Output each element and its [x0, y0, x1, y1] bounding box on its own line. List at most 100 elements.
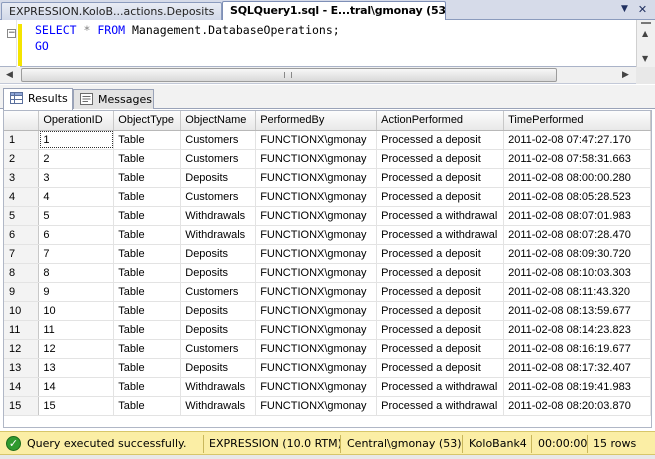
- cell-timeperformed[interactable]: 2011-02-08 08:05:28.523: [503, 187, 651, 207]
- cell-performedby[interactable]: FUNCTIONX\gmonay: [255, 377, 378, 397]
- cell-actionperformed[interactable]: Processed a deposit: [376, 301, 505, 321]
- cell-operationid[interactable]: 4: [38, 187, 115, 207]
- cell-actionperformed[interactable]: Processed a deposit: [376, 149, 505, 169]
- scroll-down-arrow-icon[interactable]: ▼: [642, 54, 648, 63]
- cell-timeperformed[interactable]: 2011-02-08 08:07:28.470: [503, 225, 651, 245]
- cell-objectname[interactable]: Customers: [180, 339, 257, 359]
- table-row[interactable]: 11 11 Table Deposits FUNCTIONX\gmonay Process…: [4, 320, 651, 340]
- cell-rownum[interactable]: 7: [4, 244, 40, 264]
- cell-objecttype[interactable]: Table: [113, 339, 182, 359]
- cell-timeperformed[interactable]: 2011-02-08 08:19:41.983: [503, 377, 651, 397]
- cell-rownum[interactable]: 10: [4, 301, 40, 321]
- cell-actionperformed[interactable]: Processed a withdrawal: [376, 377, 505, 397]
- tab-deposits-table[interactable]: EXPRESSION.KoloB...actions.Deposits: [1, 2, 222, 20]
- cell-actionperformed[interactable]: Processed a deposit: [376, 263, 505, 283]
- table-row[interactable]: 15 15 Table Withdrawals FUNCTIONX\gmonay Proc…: [4, 396, 651, 416]
- cell-performedby[interactable]: FUNCTIONX\gmonay: [255, 187, 378, 207]
- cell-timeperformed[interactable]: 2011-02-08 08:11:43.320: [503, 282, 651, 302]
- cell-objecttype[interactable]: Table: [113, 168, 182, 188]
- cell-objecttype[interactable]: Table: [113, 206, 182, 226]
- table-row[interactable]: 13 13 Table Deposits FUNCTIONX\gmonay Process…: [4, 358, 651, 378]
- scroll-left-arrow-icon[interactable]: ◀: [6, 70, 13, 80]
- cell-objectname[interactable]: Customers: [180, 282, 257, 302]
- cell-rownum[interactable]: 8: [4, 263, 40, 283]
- cell-objecttype[interactable]: Table: [113, 282, 182, 302]
- cell-rownum[interactable]: 5: [4, 206, 40, 226]
- cell-performedby[interactable]: FUNCTIONX\gmonay: [255, 263, 378, 283]
- column-header-timeperformed[interactable]: TimePerformed: [503, 111, 651, 131]
- cell-rownum[interactable]: 13: [4, 358, 40, 378]
- cell-timeperformed[interactable]: 2011-02-08 08:16:19.677: [503, 339, 651, 359]
- cell-operationid[interactable]: 15: [38, 396, 115, 416]
- cell-operationid[interactable]: 2: [38, 149, 115, 169]
- cell-objectname[interactable]: Deposits: [180, 263, 257, 283]
- cell-operationid[interactable]: 8: [38, 263, 115, 283]
- cell-objectname[interactable]: Customers: [180, 130, 257, 150]
- column-header-performedby[interactable]: PerformedBy: [255, 111, 378, 131]
- cell-objectname[interactable]: Customers: [180, 149, 257, 169]
- cell-timeperformed[interactable]: 2011-02-08 07:58:31.663: [503, 149, 651, 169]
- cell-performedby[interactable]: FUNCTIONX\gmonay: [255, 206, 378, 226]
- cell-operationid[interactable]: 13: [38, 358, 115, 378]
- cell-operationid[interactable]: 5: [38, 206, 115, 226]
- cell-objectname[interactable]: Withdrawals: [180, 396, 257, 416]
- table-row[interactable]: 4 4 Table Customers FUNCTIONX\gmonay Processe…: [4, 187, 651, 207]
- cell-timeperformed[interactable]: 2011-02-08 08:07:01.983: [503, 206, 651, 226]
- cell-operationid[interactable]: 14: [38, 377, 115, 397]
- table-row[interactable]: 10 10 Table Deposits FUNCTIONX\gmonay Process…: [4, 301, 651, 321]
- editor-horizontal-scrollbar[interactable]: ◀ ▶: [0, 67, 655, 84]
- column-header-rownum[interactable]: [4, 111, 40, 131]
- cell-actionperformed[interactable]: Processed a deposit: [376, 168, 505, 188]
- cell-objecttype[interactable]: Table: [113, 263, 182, 283]
- cell-operationid[interactable]: 1: [38, 130, 115, 150]
- cell-timeperformed[interactable]: 2011-02-08 07:47:27.170: [503, 130, 651, 150]
- cell-operationid[interactable]: 12: [38, 339, 115, 359]
- table-row[interactable]: 8 8 Table Deposits FUNCTIONX\gmonay Processed…: [4, 263, 651, 283]
- cell-actionperformed[interactable]: Processed a deposit: [376, 244, 505, 264]
- cell-timeperformed[interactable]: 2011-02-08 08:09:30.720: [503, 244, 651, 264]
- cell-operationid[interactable]: 7: [38, 244, 115, 264]
- cell-rownum[interactable]: 4: [4, 187, 40, 207]
- cell-objecttype[interactable]: Table: [113, 396, 182, 416]
- cell-performedby[interactable]: FUNCTIONX\gmonay: [255, 320, 378, 340]
- cell-actionperformed[interactable]: Processed a deposit: [376, 282, 505, 302]
- column-header-objecttype[interactable]: ObjectType: [113, 111, 182, 131]
- cell-performedby[interactable]: FUNCTIONX\gmonay: [255, 244, 378, 264]
- cell-objectname[interactable]: Deposits: [180, 301, 257, 321]
- scroll-right-arrow-icon[interactable]: ▶: [622, 70, 629, 80]
- cell-objectname[interactable]: Withdrawals: [180, 206, 257, 226]
- cell-actionperformed[interactable]: Processed a deposit: [376, 339, 505, 359]
- table-row[interactable]: 3 3 Table Deposits FUNCTIONX\gmonay Processed…: [4, 168, 651, 188]
- cell-operationid[interactable]: 6: [38, 225, 115, 245]
- tab-messages[interactable]: Messages: [73, 89, 154, 109]
- cell-operationid[interactable]: 3: [38, 168, 115, 188]
- cell-actionperformed[interactable]: Processed a deposit: [376, 358, 505, 378]
- cell-objecttype[interactable]: Table: [113, 244, 182, 264]
- cell-actionperformed[interactable]: Processed a deposit: [376, 187, 505, 207]
- table-row[interactable]: 14 14 Table Withdrawals FUNCTIONX\gmonay Proc…: [4, 377, 651, 397]
- cell-rownum[interactable]: 6: [4, 225, 40, 245]
- cell-rownum[interactable]: 9: [4, 282, 40, 302]
- sql-editor[interactable]: − SELECT * FROM Management.DatabaseOpera…: [0, 20, 655, 67]
- cell-objecttype[interactable]: Table: [113, 187, 182, 207]
- cell-objecttype[interactable]: Table: [113, 320, 182, 340]
- cell-objectname[interactable]: Deposits: [180, 320, 257, 340]
- column-header-operationid[interactable]: OperationID: [38, 111, 115, 131]
- cell-actionperformed[interactable]: Processed a withdrawal: [376, 225, 505, 245]
- cell-rownum[interactable]: 1: [4, 130, 40, 150]
- cell-performedby[interactable]: FUNCTIONX\gmonay: [255, 149, 378, 169]
- horizontal-scroll-thumb[interactable]: [21, 68, 557, 82]
- cell-actionperformed[interactable]: Processed a withdrawal: [376, 206, 505, 226]
- table-row[interactable]: 9 9 Table Customers FUNCTIONX\gmonay Processe…: [4, 282, 651, 302]
- cell-rownum[interactable]: 12: [4, 339, 40, 359]
- table-row[interactable]: 1 1 Table Customers FUNCTIONX\gmonay Processe…: [4, 130, 651, 150]
- cell-performedby[interactable]: FUNCTIONX\gmonay: [255, 339, 378, 359]
- cell-performedby[interactable]: FUNCTIONX\gmonay: [255, 282, 378, 302]
- cell-operationid[interactable]: 11: [38, 320, 115, 340]
- cell-rownum[interactable]: 2: [4, 149, 40, 169]
- column-header-objectname[interactable]: ObjectName: [180, 111, 257, 131]
- cell-objecttype[interactable]: Table: [113, 377, 182, 397]
- cell-actionperformed[interactable]: Processed a withdrawal: [376, 396, 505, 416]
- cell-timeperformed[interactable]: 2011-02-08 08:17:32.407: [503, 358, 651, 378]
- tab-sql-query[interactable]: SQLQuery1.sql - E...tral\gmonay (53))*: [222, 1, 446, 21]
